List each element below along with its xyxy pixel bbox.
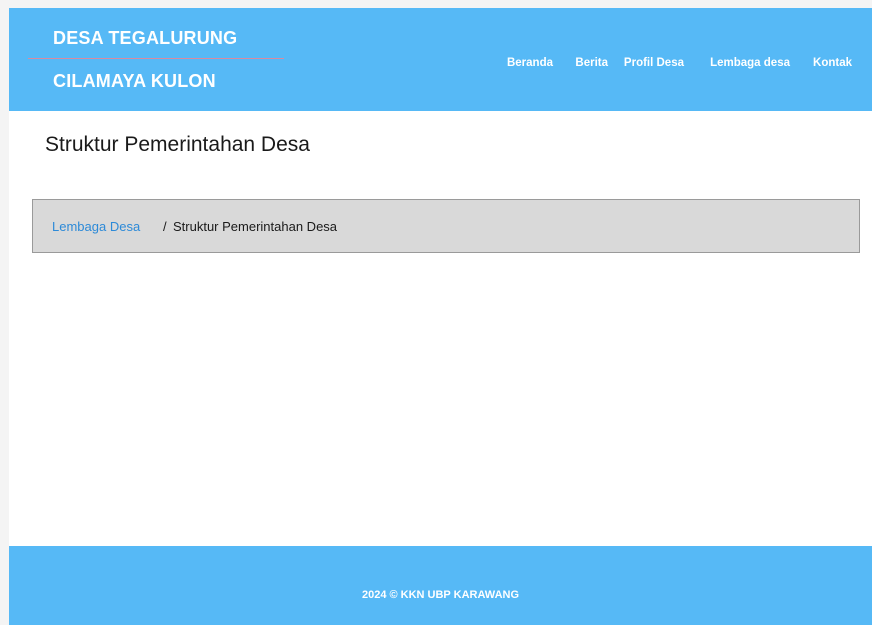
footer-copyright: 2024 © KKN UBP KARAWANG (361, 589, 520, 601)
site-header: DESA TEGALURUNG CILAMAYA KULON Beranda B… (9, 8, 872, 111)
brand-divider (28, 58, 284, 59)
nav-item-profil-desa[interactable]: Profil Desa (624, 57, 684, 69)
page-title: Struktur Pemerintahan Desa (45, 133, 310, 156)
site-footer: 2024 © KKN UBP KARAWANG (9, 546, 872, 625)
nav-item-berita[interactable]: Berita (575, 57, 608, 69)
nav-item-kontak[interactable]: Kontak (813, 57, 852, 69)
breadcrumb-link-lembaga-desa[interactable]: Lembaga Desa (52, 219, 140, 234)
breadcrumb: Lembaga Desa / Struktur Pemerintahan Des… (32, 199, 860, 253)
breadcrumb-current: Struktur Pemerintahan Desa (173, 219, 338, 234)
nav-item-beranda[interactable]: Beranda (507, 57, 553, 69)
brand-title[interactable]: DESA TEGALURUNG (53, 28, 237, 49)
brand-subtitle[interactable]: CILAMAYA KULON (53, 71, 216, 92)
breadcrumb-separator: / (163, 219, 167, 234)
page: DESA TEGALURUNG CILAMAYA KULON Beranda B… (0, 0, 872, 625)
nav-item-lembaga-desa[interactable]: Lembaga desa (710, 57, 790, 69)
site-frame: DESA TEGALURUNG CILAMAYA KULON Beranda B… (9, 8, 872, 625)
